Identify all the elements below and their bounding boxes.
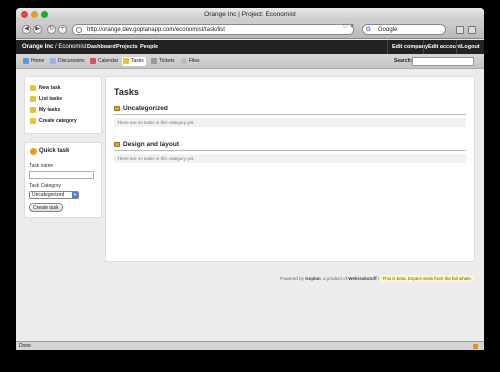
browser-window: Orange Inc | Project: Economist ◀ ▶ ↻ + … (16, 8, 484, 350)
beta-notice: This is beta. Expect visits from the fai… (380, 275, 474, 282)
tab-label: Files (189, 58, 200, 64)
home-icon (23, 58, 29, 64)
app-header: Orange Inc / Economist Dashboard Project… (16, 40, 484, 54)
sidebar-item-new-task[interactable]: New task (29, 83, 97, 94)
forward-button[interactable]: ▶ (33, 25, 42, 34)
nav-projects[interactable]: Projects (116, 40, 138, 54)
category-name: Design and layout (123, 141, 179, 148)
sidebar-item-create-category[interactable]: Create category (29, 116, 97, 127)
category-heading[interactable]: Uncategorized (114, 105, 466, 115)
tickets-icon (151, 58, 157, 64)
task-category-label: Task Category (29, 183, 61, 189)
task-category-select[interactable]: Uncategorized ▼ (29, 191, 79, 199)
folder-icon (114, 142, 120, 147)
add-tab-button[interactable]: + (58, 25, 67, 34)
nav-people[interactable]: People (140, 40, 158, 54)
site-favicon-icon (76, 27, 82, 33)
sidebar: New task List tasks My tasks Create cate… (24, 76, 102, 218)
site-search-input[interactable] (412, 57, 474, 66)
footer-app-link[interactable]: Goplan (305, 276, 321, 281)
footer-company-link[interactable]: Webreakstuff (348, 276, 376, 281)
task-category-value: Uncategorized (32, 192, 65, 198)
folder-icon (114, 106, 120, 111)
search-engine-placeholder: Google (378, 27, 398, 33)
sidebar-item-label: List tasks (39, 96, 63, 102)
tab-label: Calendar (98, 58, 119, 64)
browser-toolbar: ◀ ▶ ↻ + http://orange.dev.goplanapp.com/… (16, 21, 484, 39)
reload-button[interactable]: ↻ (47, 25, 56, 34)
url-bar[interactable]: http://orange.dev.goplanapp.com/economis… (72, 24, 354, 35)
chevron-down-icon: ▼ (72, 192, 78, 198)
task-actions-panel: New task List tasks My tasks Create cate… (24, 76, 102, 134)
sidebar-item-label: Create category (39, 118, 77, 124)
files-icon (181, 58, 187, 64)
company-name: Orange Inc (22, 44, 54, 50)
tab-files[interactable]: Files (180, 57, 202, 66)
url-text: http://orange.dev.goplanapp.com/economis… (87, 27, 225, 33)
discussions-icon (50, 58, 56, 64)
main-content: Tasks Uncategorized There are no tasks i… (105, 76, 475, 262)
nav-dashboard[interactable]: Dashboard (87, 40, 116, 54)
footer-separator: / (377, 276, 380, 281)
create-category-icon (30, 118, 36, 124)
project-name: / Economist (55, 44, 87, 50)
bookmark-star-icon[interactable]: ☆ ▾ (342, 22, 354, 31)
category-heading[interactable]: Design and layout (114, 141, 466, 151)
google-icon: G (366, 27, 371, 33)
footer-product-of: , a product of (320, 276, 347, 281)
project-tabs: Home Discussions Calendar Tasks Tickets … (16, 54, 484, 69)
sidebar-item-list-tasks[interactable]: List tasks (29, 94, 97, 105)
sidebar-item-label: My tasks (39, 107, 61, 113)
window-title: Orange Inc | Project: Economist (204, 11, 296, 18)
rss-icon[interactable] (473, 344, 478, 349)
tab-tasks[interactable]: Tasks (122, 57, 146, 66)
search-label: Search: (394, 58, 413, 64)
tab-home[interactable]: Home (22, 57, 46, 66)
footer: Powered by Goplan, a product of Webreaks… (16, 273, 484, 285)
tab-tickets[interactable]: Tickets (150, 57, 177, 66)
task-name-input[interactable] (29, 171, 94, 179)
my-tasks-icon (30, 107, 36, 113)
close-window-button[interactable] (21, 11, 28, 18)
tab-calendar[interactable]: Calendar (89, 57, 120, 66)
lightning-icon (30, 148, 37, 155)
status-text: Done (19, 343, 31, 349)
nav-logout[interactable]: Logout (456, 40, 484, 54)
brand[interactable]: Orange Inc / Economist (22, 40, 86, 54)
lock-icon[interactable] (456, 26, 464, 34)
quick-task-title: Quick task (29, 148, 97, 155)
empty-category-message: There are no tasks in this category yet. (114, 154, 466, 163)
page-title: Tasks (114, 87, 139, 97)
tab-label: Tickets (159, 58, 175, 64)
tab-label: Home (31, 58, 45, 64)
task-name-label: Task name (29, 163, 54, 169)
create-task-button[interactable]: Create task (29, 203, 63, 212)
list-tasks-icon (30, 96, 36, 102)
footer-powered-by: Powered by (280, 276, 304, 281)
quick-task-heading: Quick task (39, 148, 70, 154)
empty-category-message: There are no tasks in this category yet. (114, 118, 466, 127)
sidebar-item-my-tasks[interactable]: My tasks (29, 105, 97, 116)
tab-label: Tasks (131, 58, 144, 64)
tab-label: Discussions (58, 58, 85, 64)
title-bar: Orange Inc | Project: Economist (16, 8, 484, 21)
sidebar-item-label: New task (39, 85, 61, 91)
minimize-window-button[interactable] (31, 11, 38, 18)
calendar-icon (90, 58, 96, 64)
bookmarks-icon[interactable] (468, 26, 476, 34)
tab-discussions[interactable]: Discussions (49, 57, 87, 66)
maximize-window-button[interactable] (41, 11, 48, 18)
category-name: Uncategorized (123, 105, 168, 112)
tasks-icon (123, 58, 129, 64)
back-button[interactable]: ◀ (22, 25, 31, 34)
new-task-icon (30, 85, 36, 91)
quick-task-panel: Quick task Task name Task Category Uncat… (24, 142, 102, 218)
status-bar: Done (16, 341, 484, 350)
search-engine-bar[interactable]: G Google (362, 24, 446, 35)
